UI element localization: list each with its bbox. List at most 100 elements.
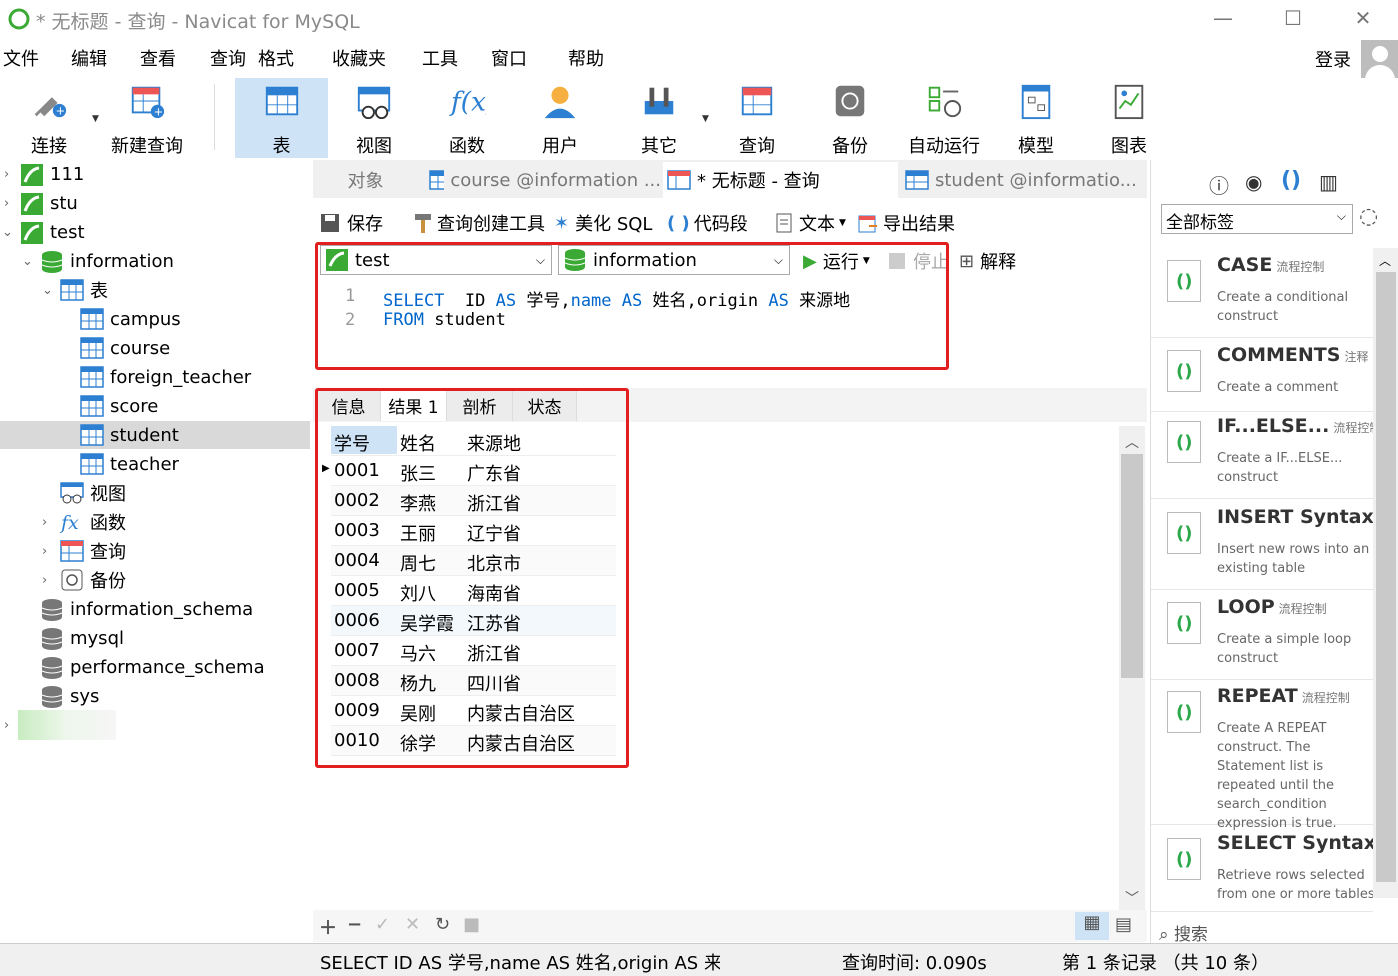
tree-database-information-schema[interactable]: information_schema (0, 595, 310, 623)
tab-untitled-query[interactable]: * 无标题 - 查询 (663, 162, 898, 198)
table-cell[interactable]: 内蒙古自治区 (467, 730, 575, 756)
tree-connection-stu[interactable]: › stu (0, 189, 310, 217)
query-builder-button[interactable]: 查询创建工具 (413, 210, 545, 236)
table-cell[interactable]: 徐学 (400, 730, 436, 756)
table-cell[interactable]: 广东省 (467, 460, 521, 486)
table-cell[interactable]: 内蒙古自治区 (467, 700, 575, 726)
snippet-item[interactable]: () COMMENTS 注释 Create a comment (1151, 344, 1373, 412)
minimize-button[interactable]: — (1188, 0, 1258, 36)
tab-status[interactable]: 状态 (513, 390, 577, 421)
table-cell[interactable]: 0004 (334, 550, 380, 571)
database-select[interactable]: information ⌵ (558, 245, 790, 275)
add-row-icon[interactable]: ＋ (319, 914, 337, 940)
table-cell[interactable]: 马六 (400, 640, 436, 666)
eye-icon[interactable]: ◉ (1245, 170, 1262, 194)
tree-database-performance-schema[interactable]: performance_schema (0, 653, 310, 681)
vertical-scrollbar[interactable]: ︿ ﹀ (1119, 426, 1145, 914)
tree-table-student[interactable]: student (0, 421, 310, 449)
query-button[interactable]: 查询 (718, 78, 796, 158)
table-cell[interactable]: 0009 (334, 700, 380, 721)
delete-row-icon[interactable]: − (347, 914, 362, 935)
others-dropdown-icon[interactable]: ▼ (702, 114, 709, 124)
menu-format[interactable]: 格式 (258, 45, 294, 71)
info-icon[interactable]: ⓘ (1209, 170, 1229, 199)
table-row[interactable]: ▶ 0001 张三 广东省 (322, 456, 616, 486)
close-button[interactable]: ✕ (1328, 0, 1398, 36)
run-button[interactable]: ▶ 运行 ▼ (803, 248, 870, 274)
tree-table-teacher[interactable]: teacher (0, 450, 310, 478)
code-snippet-button[interactable]: ( ) 代码段 (667, 210, 748, 236)
column-header[interactable]: 学号 (331, 426, 397, 455)
tree-table-score[interactable]: score (0, 392, 310, 420)
table-cell[interactable]: 李燕 (400, 490, 436, 516)
menu-edit[interactable]: 编辑 (71, 45, 107, 71)
table-cell[interactable]: 江苏省 (467, 610, 521, 636)
table-cell[interactable]: 0005 (334, 580, 380, 601)
layout-icon[interactable]: ▥ (1319, 170, 1338, 194)
code-line[interactable]: SELECT ID AS 学号,name AS 姓名,origin AS 来源地 (383, 286, 850, 311)
model-button[interactable]: 模型 (997, 78, 1075, 158)
apply-icon[interactable]: ✓ (375, 914, 390, 935)
menu-favorites[interactable]: 收藏夹 (332, 45, 386, 71)
view-button[interactable]: 视图 (335, 78, 413, 158)
table-cell[interactable]: 0002 (334, 490, 380, 511)
tree-folder-views[interactable]: 视图 (0, 479, 310, 507)
table-cell[interactable]: 0001 (334, 460, 380, 481)
chevron-right-icon[interactable]: › (42, 515, 47, 530)
chevron-right-icon[interactable]: › (42, 573, 47, 588)
tree-database-mysql[interactable]: mysql (0, 624, 310, 652)
tree-connection-111[interactable]: › 111 (0, 160, 310, 188)
tab-info[interactable]: 信息 (317, 390, 381, 421)
table-row[interactable]: 0004 周七 北京市 (331, 546, 616, 576)
new-query-button[interactable]: + 新建查询 (104, 78, 190, 158)
snippet-icon[interactable]: () (1281, 168, 1301, 193)
table-cell[interactable]: 四川省 (467, 670, 521, 696)
chevron-down-icon[interactable]: ⌄ (22, 254, 33, 269)
avatar[interactable] (1361, 40, 1398, 78)
user-button[interactable]: 用户 (521, 78, 599, 158)
chevron-right-icon[interactable]: › (4, 718, 9, 733)
menu-window[interactable]: 窗口 (491, 45, 527, 71)
column-header[interactable]: 姓名 (400, 430, 436, 456)
table-row[interactable]: 0002 李燕 浙江省 (331, 486, 616, 516)
table-row[interactable]: 0007 马六 浙江省 (331, 636, 616, 666)
automation-button[interactable]: 自动运行 (899, 78, 989, 158)
others-button[interactable]: 其它 (620, 78, 698, 158)
tag-filter-select[interactable]: 全部标签 ⌵ (1161, 204, 1353, 234)
chevron-right-icon[interactable]: › (4, 196, 9, 211)
table-row[interactable]: 0003 王丽 辽宁省 (331, 516, 616, 546)
tree-folder-backups[interactable]: › 备份 (0, 566, 310, 594)
table-cell[interactable]: 海南省 (467, 580, 521, 606)
tree-connection-test[interactable]: ⌄ test (0, 218, 310, 246)
table-row[interactable]: 0010 徐学 内蒙古自治区 (331, 726, 616, 756)
snippet-item[interactable]: () IF...ELSE... 流程控制 Create a IF...ELSE..… (1151, 415, 1381, 499)
column-header[interactable]: 来源地 (467, 430, 521, 456)
save-button[interactable]: 保存 (319, 210, 383, 236)
tree-connection-hidden[interactable]: › (0, 710, 310, 740)
table-cell[interactable]: 张三 (400, 460, 436, 486)
tab-objects[interactable]: 对象 (313, 162, 418, 198)
export-results-button[interactable]: 导出结果 (857, 210, 955, 236)
snippet-item[interactable]: () INSERT SyntaxDM Insert new rows into … (1151, 506, 1397, 590)
connection-button[interactable]: + 连接 (16, 78, 82, 158)
tree-folder-tables[interactable]: ⌄ 表 (0, 276, 310, 304)
explain-button[interactable]: ⊞ 解释 (959, 248, 1016, 274)
menu-tools[interactable]: 工具 (422, 45, 458, 71)
tab-student[interactable]: student @informatio... (901, 162, 1147, 198)
scroll-thumb[interactable] (1121, 454, 1143, 678)
menu-help[interactable]: 帮助 (568, 45, 604, 71)
tree-folder-queries[interactable]: › 查询 (0, 537, 310, 565)
chevron-right-icon[interactable]: › (42, 544, 47, 559)
tree-table-foreign-teacher[interactable]: foreign_teacher (0, 363, 310, 391)
code-line[interactable]: FROM student (383, 310, 506, 330)
chevron-right-icon[interactable]: › (4, 167, 9, 182)
table-row[interactable]: 0008 杨九 四川省 (331, 666, 616, 696)
chevron-down-icon[interactable]: ⌄ (2, 225, 13, 240)
chart-button[interactable]: 图表 (1090, 78, 1168, 158)
grid-view-icon[interactable]: ▦ (1075, 912, 1109, 940)
chevron-up-icon[interactable]: ︿ (1379, 252, 1391, 269)
table-cell[interactable]: 0008 (334, 670, 380, 691)
chevron-down-icon[interactable]: ﹀ (1125, 888, 1139, 908)
table-cell[interactable]: 浙江省 (467, 640, 521, 666)
table-cell[interactable]: 王丽 (400, 520, 436, 546)
